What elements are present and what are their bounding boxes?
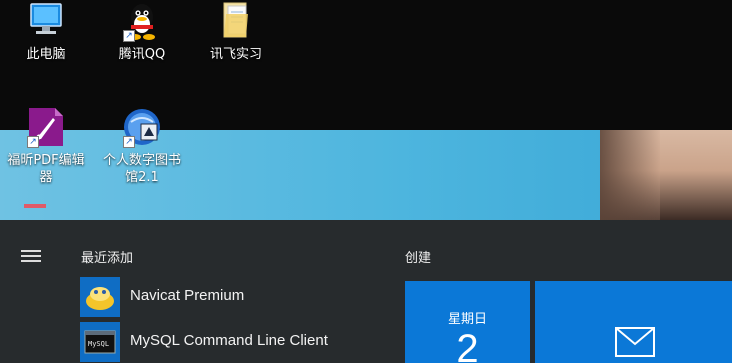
- shortcut-arrow-icon: ↗: [123, 136, 135, 148]
- mail-icon: [615, 327, 655, 361]
- svg-text:MySQL: MySQL: [88, 340, 109, 348]
- app-item-navicat[interactable]: Navicat Premium: [80, 277, 390, 317]
- desktop-icon-label: 个人数字图书馆2.1: [102, 153, 181, 185]
- desktop-icon-qq[interactable]: ↗ 腾讯QQ: [97, 0, 187, 63]
- menu-icon[interactable]: [21, 250, 41, 262]
- recently-added-title: 最近添加: [81, 251, 134, 266]
- wallpaper-person-image: [600, 130, 732, 220]
- create-group-title: 创建: [405, 251, 432, 266]
- shortcut-arrow-icon: ↗: [27, 136, 39, 148]
- folder-icon: [215, 0, 257, 42]
- desktop-icon-folder[interactable]: 讯飞实习: [191, 0, 281, 63]
- desktop-icon-this-pc[interactable]: 此电脑: [1, 0, 91, 63]
- desktop-icon-label: 腾讯QQ: [118, 47, 166, 62]
- app-label: Navicat Premium: [130, 287, 245, 304]
- navicat-icon: [80, 277, 120, 317]
- desktop-icon-digital-library[interactable]: ↗ 个人数字图书馆2.1: [97, 106, 187, 186]
- desktop-icon-label: 福昕PDF编辑器: [7, 153, 85, 185]
- start-menu: 最近添加 创建 Navicat Premium MySQL MySQL Comm…: [0, 220, 732, 363]
- digital-library-icon: ↗: [121, 106, 163, 148]
- mail-tile[interactable]: [535, 281, 732, 363]
- desktop-icon-foxit-pdf[interactable]: ↗ 福昕PDF编辑器: [1, 106, 91, 186]
- shortcut-arrow-icon: ↗: [123, 30, 135, 42]
- app-label: MySQL Command Line Client: [130, 332, 328, 349]
- calendar-tile[interactable]: 星期日 2: [405, 281, 530, 363]
- calendar-day: 星期日: [447, 312, 487, 327]
- calendar-date: 2: [456, 327, 479, 363]
- foxit-pdf-icon: ↗: [25, 106, 67, 148]
- app-item-mysql-console[interactable]: MySQL MySQL Command Line Client: [80, 322, 390, 362]
- wallpaper-accent-line: [24, 204, 46, 208]
- qq-penguin-icon: ↗: [121, 0, 163, 42]
- desktop-icon-label: 此电脑: [26, 47, 66, 62]
- mysql-console-icon: MySQL: [80, 322, 120, 362]
- desktop-icon-label: 讯飞实习: [209, 47, 262, 62]
- computer-icon: [25, 0, 67, 42]
